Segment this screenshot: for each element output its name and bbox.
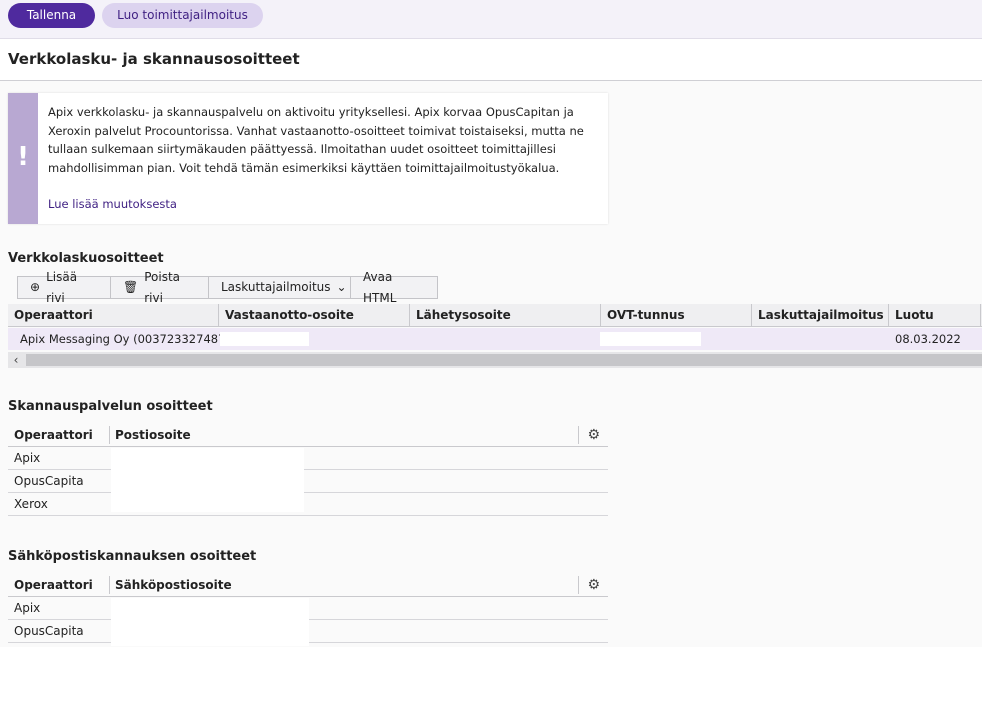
column-header-email-address: Sähköpostiosoite xyxy=(115,578,232,592)
delete-row-label: Poista rivi xyxy=(144,269,181,305)
email-scan-address-table: Operaattori Sähköpostiosoite ⚙ Apix Opus… xyxy=(8,573,608,646)
einvoice-section-title: Verkkolaskuosoitteet xyxy=(8,251,164,266)
redacted-receive-address xyxy=(220,332,309,346)
notice-text: Apix verkkolasku- ja skannauspalvelu on … xyxy=(48,105,584,175)
trash-icon: 🗑 xyxy=(123,280,139,294)
delete-row-button[interactable]: 🗑 Poista rivi xyxy=(110,270,209,305)
chevron-down-icon: ⌄ xyxy=(336,280,347,294)
scroll-left-icon[interactable]: ‹ xyxy=(8,352,24,368)
save-button[interactable]: Tallenna xyxy=(8,3,95,28)
table-row[interactable]: Apix Messaging Oy (003723327487) 08.03.2… xyxy=(8,328,982,350)
open-html-button[interactable]: Avaa HTML xyxy=(350,270,438,305)
biller-notice-dropdown[interactable]: Laskuttajailmoitus ⌄ xyxy=(208,276,351,299)
scan-address-table: Operaattori Postiosoite ⚙ Apix OpusCapit… xyxy=(8,423,608,516)
table-row: OpusCapita xyxy=(8,470,608,493)
table-row: Xerox xyxy=(8,493,608,516)
add-row-button[interactable]: ⊕ Lisää rivi xyxy=(17,270,111,305)
cell-operator: OpusCapita xyxy=(14,624,84,638)
einvoice-grid-header: Operaattori Vastaanotto-osoite Lähetysos… xyxy=(8,304,982,327)
table-row: Apix xyxy=(8,447,608,470)
redacted-email-addresses xyxy=(111,598,309,646)
scan-table-header: Operaattori Postiosoite ⚙ xyxy=(8,423,608,447)
notice-accent-bar: ! xyxy=(8,93,38,224)
add-row-label: Lisää rivi xyxy=(46,269,78,305)
column-divider xyxy=(578,426,579,444)
scan-section-title: Skannauspalvelun osoitteet xyxy=(8,399,213,414)
cell-operator: Apix xyxy=(14,601,41,615)
column-header-receive-address[interactable]: Vastaanotto-osoite xyxy=(219,304,410,327)
cell-operator: Apix Messaging Oy (003723327487) xyxy=(20,332,230,346)
column-header-send-address[interactable]: Lähetysosoite xyxy=(410,304,601,327)
redacted-postal-addresses xyxy=(111,448,304,512)
column-header-ovt-id[interactable]: OVT-tunnus xyxy=(601,304,752,327)
einvoice-toolbar: ⊕ Lisää rivi 🗑 Poista rivi Laskuttajailm… xyxy=(17,270,438,305)
column-header-operator[interactable]: Operaattori xyxy=(8,304,219,327)
scrollbar-thumb[interactable] xyxy=(26,354,982,366)
biller-notice-label: Laskuttajailmoitus xyxy=(221,280,331,294)
email-scan-section-title: Sähköpostiskannauksen osoitteet xyxy=(8,549,257,564)
column-header-operator: Operaattori xyxy=(14,578,93,592)
create-supplier-notice-button[interactable]: Luo toimittajailmoitus xyxy=(102,3,263,28)
redacted-ovt-id xyxy=(600,332,701,346)
cell-created: 08.03.2022 xyxy=(895,332,961,346)
column-header-postal-address: Postiosoite xyxy=(115,428,191,442)
column-header-created[interactable]: Luotu xyxy=(889,304,981,327)
cell-operator: Xerox xyxy=(14,497,48,511)
horizontal-scrollbar[interactable]: ‹ xyxy=(8,352,982,368)
column-divider xyxy=(578,576,579,594)
open-html-label: Avaa HTML xyxy=(363,269,397,305)
cell-operator: OpusCapita xyxy=(14,474,84,488)
read-more-link[interactable]: Lue lisää muutoksesta xyxy=(48,197,177,211)
info-notice: ! Apix verkkolasku- ja skannauspalvelu o… xyxy=(8,93,608,224)
column-header-operator: Operaattori xyxy=(14,428,93,442)
page-title: Verkkolasku- ja skannausosoitteet xyxy=(8,50,300,68)
gear-icon[interactable]: ⚙ xyxy=(587,427,600,443)
plus-circle-icon: ⊕ xyxy=(30,280,41,294)
cell-operator: Apix xyxy=(14,451,41,465)
column-header-biller-notice[interactable]: Laskuttajailmoitus xyxy=(752,304,889,327)
email-scan-table-header: Operaattori Sähköpostiosoite ⚙ xyxy=(8,573,608,597)
exclamation-icon: ! xyxy=(17,142,29,172)
gear-icon[interactable]: ⚙ xyxy=(587,577,600,593)
top-action-bar: Tallenna Luo toimittajailmoitus xyxy=(0,0,982,39)
